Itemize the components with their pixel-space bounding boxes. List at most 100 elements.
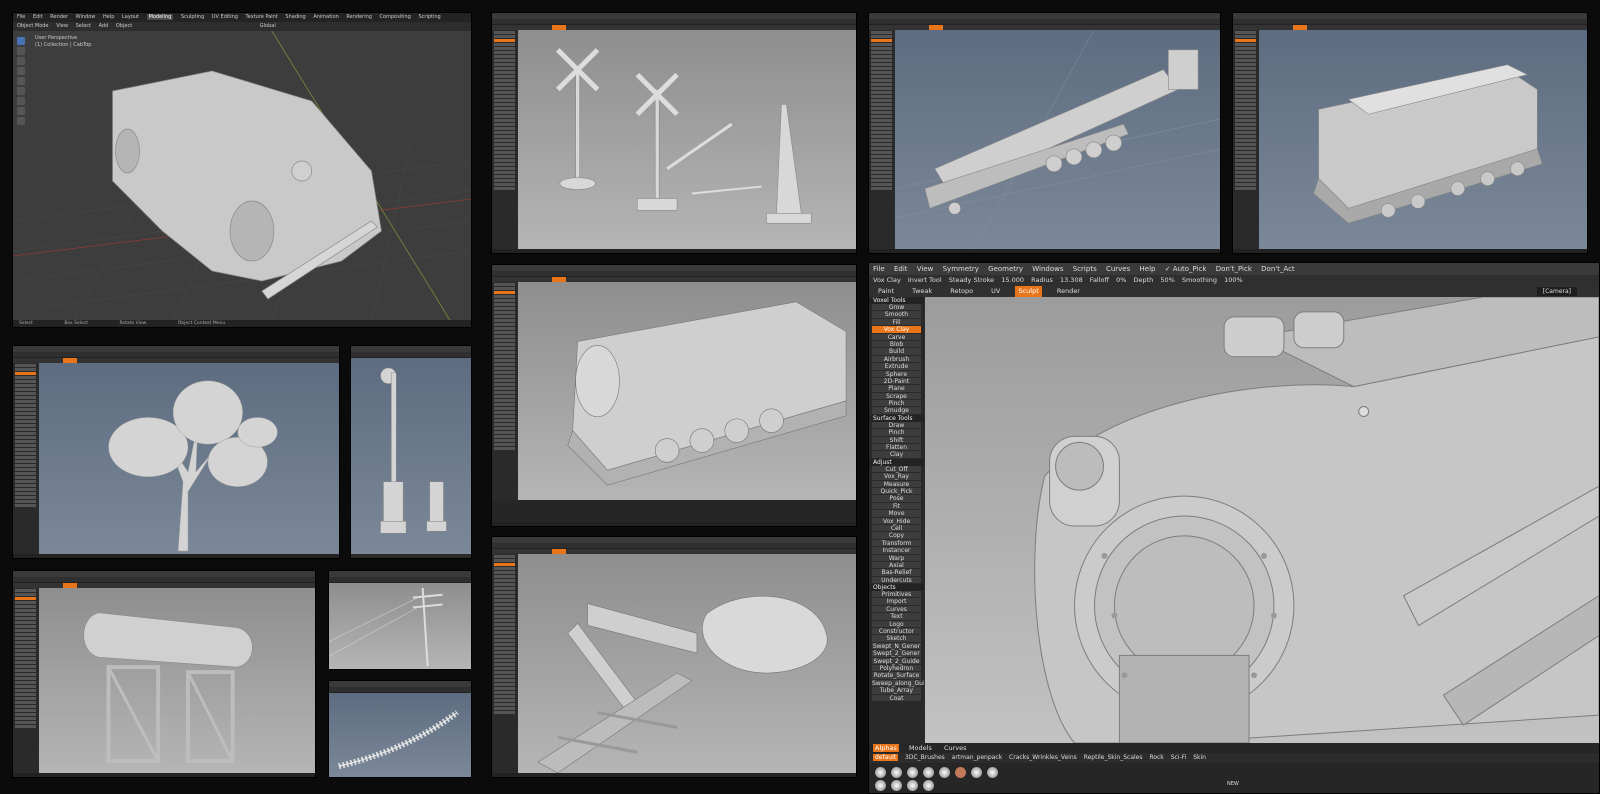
alpha-brush-icon[interactable] (987, 767, 998, 778)
viewport[interactable] (895, 30, 1220, 249)
tool-warp[interactable]: Warp (872, 554, 921, 562)
alpha-brush-icon[interactable] (939, 767, 950, 778)
menu-view[interactable]: View (917, 265, 934, 273)
dont-pick-toggle[interactable]: Don't_Pick (1216, 265, 1252, 273)
tool-draw[interactable]: Draw (872, 421, 921, 430)
tool-fill[interactable]: Fill (872, 318, 921, 327)
alpha-brush-icon[interactable] (923, 780, 934, 791)
tool-swept-n-gener[interactable]: Swept_N_Gener (872, 642, 921, 651)
viewport[interactable] (39, 588, 315, 773)
alpha-brush-icon[interactable] (923, 767, 934, 778)
menu-curves[interactable]: Curves (1106, 265, 1130, 273)
viewport[interactable] (351, 358, 471, 554)
adjust-header[interactable]: Adjust (869, 458, 924, 466)
tool-instancer[interactable]: Instancer (872, 547, 921, 555)
mode-select[interactable]: Object Mode (17, 23, 49, 29)
tool-pinch[interactable]: Pinch (872, 400, 921, 408)
add-cube-tool-icon[interactable] (17, 117, 25, 125)
tool-grow[interactable]: Grow (872, 304, 921, 312)
tool-rotate-surface[interactable]: Rotate_Surface (872, 672, 921, 680)
alpha-set-sci-fi[interactable]: Sci-Fi (1171, 754, 1187, 761)
menu-edit[interactable]: Edit (33, 14, 43, 20)
tab-shading[interactable]: Shading (285, 14, 305, 20)
tab-models[interactable]: Models (907, 744, 934, 752)
tool-vox-hide[interactable]: Vox_Hide (872, 517, 921, 525)
tool-vox-clay[interactable]: Vox Clay (872, 326, 921, 334)
alpha-brush-icon[interactable] (875, 780, 886, 791)
alpha-brush-icon[interactable] (955, 767, 966, 778)
move-tool-icon[interactable] (17, 57, 25, 65)
viewport[interactable] (518, 282, 856, 500)
menu-add[interactable]: Add (99, 23, 109, 29)
orientation-select[interactable]: Global (260, 23, 276, 29)
tool-2d-paint[interactable]: 2D-Paint (872, 377, 921, 386)
voxel-tools-header[interactable]: Voxel Tools (869, 297, 924, 304)
viewport[interactable] (1259, 30, 1587, 249)
tool-shift[interactable]: Shift (872, 436, 921, 445)
tool-cut-off[interactable]: Cut_Off (872, 465, 921, 474)
tool-coat[interactable]: Coat (872, 694, 921, 702)
tab-compositing[interactable]: Compositing (380, 14, 411, 20)
cursor-tool-icon[interactable] (17, 47, 25, 55)
tab-animation[interactable]: Animation (313, 14, 339, 20)
viewport[interactable] (518, 30, 856, 249)
tab-uv-editing[interactable]: UV Editing (212, 14, 238, 20)
alpha-set-default[interactable]: default (873, 754, 899, 761)
alpha-brush-icon[interactable] (907, 780, 918, 791)
alpha-set-cracks[interactable]: Cracks_Wrinkles_Veins (1009, 754, 1077, 761)
alpha-brush-icon[interactable] (971, 767, 982, 778)
menu-file[interactable]: File (873, 265, 885, 273)
alpha-brush-icon[interactable] (891, 780, 902, 791)
steady-stroke-label[interactable]: Steady Stroke (949, 276, 994, 284)
tool-primitives[interactable]: Primitives (872, 591, 921, 599)
menu-view[interactable]: View (56, 23, 68, 29)
tool-sweep-along-guide[interactable]: Sweep_along_Guide (872, 679, 924, 688)
alpha-set-artman-penpack[interactable]: artman_penpack (952, 754, 1002, 761)
tool-sketch[interactable]: Sketch (872, 635, 921, 643)
viewport[interactable] (329, 583, 471, 669)
tool-quick-pick[interactable]: Quick_Pick (872, 487, 921, 496)
tool-swept-2-gener[interactable]: Swept_2_Gener (872, 650, 921, 658)
menu-help[interactable]: Help (1140, 265, 1156, 273)
tool-swept-2-guide[interactable]: Swept_2_Guide (872, 657, 921, 665)
tool-polyhedron[interactable]: Polyhedron (872, 664, 921, 673)
tool-constructor[interactable]: Constructor (872, 628, 921, 636)
blender-viewport[interactable] (13, 31, 471, 322)
alpha-set-rock[interactable]: Rock (1149, 754, 1163, 761)
tab-sculpting[interactable]: Sculpting (181, 14, 204, 20)
tab-texture-paint[interactable]: Texture Paint (246, 14, 278, 20)
dont-act-toggle[interactable]: Don't_Act (1261, 265, 1295, 273)
tab-curves[interactable]: Curves (942, 744, 969, 752)
new-alpha-button[interactable]: NEW (1227, 781, 1239, 787)
tool-move[interactable]: Move (872, 510, 921, 518)
menu-symmetry[interactable]: Symmetry (943, 265, 979, 273)
tool-copy[interactable]: Copy (872, 532, 921, 540)
annotate-tool-icon[interactable] (17, 97, 25, 105)
viewport[interactable] (39, 363, 339, 554)
tab-alphas[interactable]: Alphas (873, 744, 899, 752)
tool-plane[interactable]: Plane (872, 385, 921, 393)
tool-undercuts[interactable]: Undercuts (872, 576, 921, 585)
transform-tool-icon[interactable] (17, 87, 25, 95)
tool-sphere[interactable]: Sphere (872, 370, 921, 378)
tool-measure[interactable]: Measure (872, 480, 921, 488)
viewport[interactable] (518, 554, 856, 773)
measure-tool-icon[interactable] (17, 107, 25, 115)
tool-import[interactable]: Import (872, 598, 921, 606)
tool-scrape[interactable]: Scrape (872, 392, 921, 401)
alpha-set-3dc-brushes[interactable]: 3DC_Brushes (905, 754, 945, 761)
tab-scripting[interactable]: Scripting (418, 14, 440, 20)
tool-vox-ray[interactable]: Vox_Ray (872, 473, 921, 481)
smoothing-value[interactable]: 100% (1224, 276, 1243, 284)
select-tool-icon[interactable] (17, 37, 25, 45)
alpha-brush-icon[interactable] (891, 767, 902, 778)
alpha-set-skin[interactable]: Skin (1193, 754, 1206, 761)
tool-pose[interactable]: Pose (872, 495, 921, 503)
tool-smooth[interactable]: Smooth (872, 311, 921, 319)
room-paint[interactable]: Paint (875, 286, 897, 297)
room-retopo[interactable]: Retopo (947, 286, 976, 297)
tab-rendering[interactable]: Rendering (346, 14, 372, 20)
room-tweak[interactable]: Tweak (909, 286, 935, 297)
scale-tool-icon[interactable] (17, 77, 25, 85)
invert-tool-checkbox[interactable]: Invert Tool (908, 276, 942, 284)
